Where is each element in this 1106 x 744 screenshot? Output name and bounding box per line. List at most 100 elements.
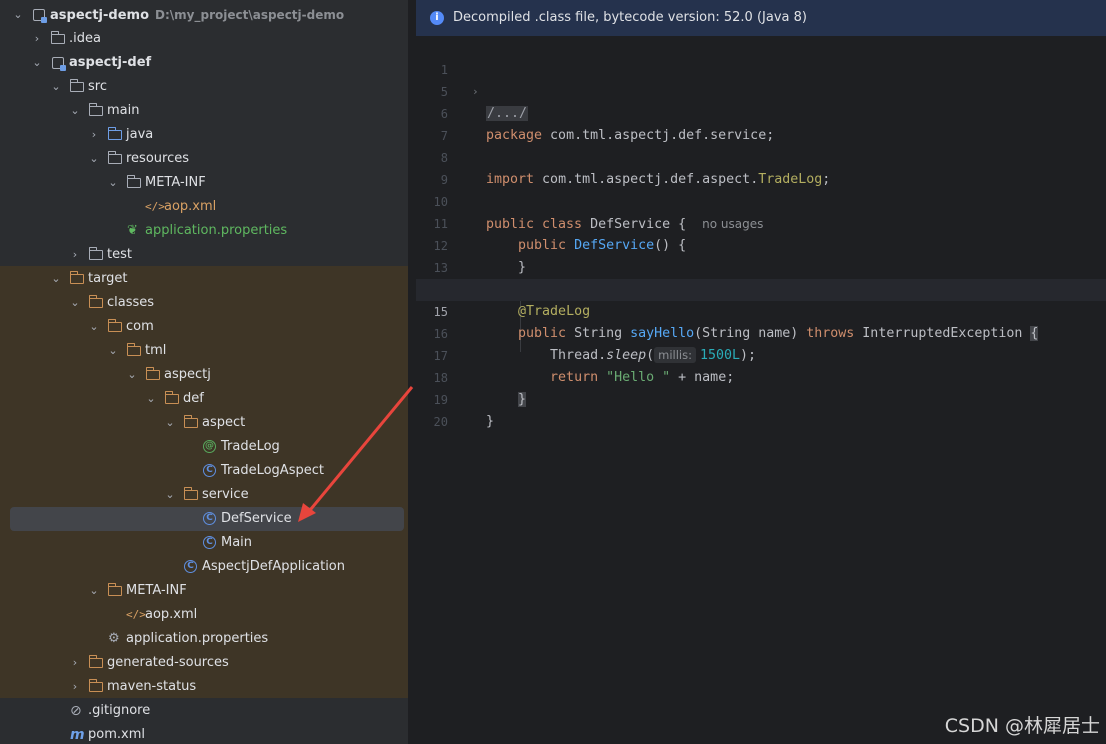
tree-label-main: main xyxy=(107,103,140,118)
class-icon: C xyxy=(203,512,216,525)
tree-row-idea[interactable]: › .idea xyxy=(0,27,408,51)
info-icon: i xyxy=(430,11,444,25)
tree-row-gitignore[interactable]: ⊘ .gitignore xyxy=(0,699,408,723)
tree-row-resources[interactable]: ⌄ resources xyxy=(0,147,408,171)
tree-row-main[interactable]: ⌄ main xyxy=(0,99,408,123)
tree-label-tradelog: TradeLog xyxy=(221,439,280,454)
tree-row-maven-status[interactable]: › maven-status xyxy=(0,675,408,699)
panel-splitter[interactable] xyxy=(408,0,416,744)
excluded-folder-icon xyxy=(88,655,103,668)
excluded-folder-icon xyxy=(183,487,198,500)
tree-row-tml[interactable]: ⌄ tml xyxy=(0,339,408,363)
tree-row-com[interactable]: ⌄ com xyxy=(0,315,408,339)
tree-label-tml: tml xyxy=(145,343,167,358)
ignore-file-icon: ⊘ xyxy=(70,703,82,719)
tree-row-aspectj[interactable]: ⌄ aspectj xyxy=(0,363,408,387)
tree-label-src: src xyxy=(88,79,107,94)
class-icon: C xyxy=(203,464,216,477)
tree-label-idea: .idea xyxy=(69,31,101,46)
tree-label-maven-status: maven-status xyxy=(107,679,197,694)
chevron-right-icon[interactable]: › xyxy=(88,123,100,147)
excluded-folder-icon xyxy=(145,367,160,380)
tree-row-service[interactable]: ⌄ service xyxy=(0,483,408,507)
tree-row-src[interactable]: ⌄ src xyxy=(0,75,408,99)
tree-row-target[interactable]: ⌄ target xyxy=(0,267,408,291)
chevron-down-icon[interactable]: ⌄ xyxy=(126,363,138,387)
chevron-down-icon[interactable]: ⌄ xyxy=(107,339,119,363)
code-line: 20 xyxy=(416,389,1106,429)
annotation-icon: @ xyxy=(203,440,216,453)
tree-label-module: aspectj-def xyxy=(69,55,152,70)
tree-row-generated-sources[interactable]: › generated-sources xyxy=(0,651,408,675)
tree-row-java[interactable]: › java xyxy=(0,123,408,147)
chevron-right-icon[interactable]: › xyxy=(69,675,81,699)
tree-row-defservice[interactable]: C DefService xyxy=(0,507,408,531)
tree-row-aspect[interactable]: ⌄ aspect xyxy=(0,411,408,435)
chevron-down-icon[interactable]: ⌄ xyxy=(145,387,157,411)
folder-icon xyxy=(126,175,141,188)
tree-row-module[interactable]: ⌄ aspectj-def xyxy=(0,51,408,75)
tree-row-pom[interactable]: m pom.xml xyxy=(0,723,408,744)
excluded-folder-icon xyxy=(107,319,122,332)
chevron-down-icon[interactable]: ⌄ xyxy=(164,411,176,435)
tree-label-app-class: AspectjDefApplication xyxy=(202,559,345,574)
tree-label-def: def xyxy=(183,391,204,406)
tree-label-target: target xyxy=(88,271,128,286)
excluded-folder-icon xyxy=(183,415,198,428)
code-line: 9 xyxy=(416,147,1106,187)
code-editor[interactable]: i Decompiled .class file, bytecode versi… xyxy=(416,0,1106,744)
chevron-down-icon[interactable]: ⌄ xyxy=(88,579,100,603)
chevron-down-icon[interactable]: ⌄ xyxy=(164,483,176,507)
tree-row-cls-meta-inf[interactable]: ⌄ META-INF xyxy=(0,579,408,603)
code-line: 14 @TradeLog xyxy=(416,257,1106,319)
tree-label-pom: pom.xml xyxy=(88,727,145,742)
tree-row-app-class[interactable]: C AspectjDefApplication xyxy=(0,555,408,579)
code-line-current: 15 public String sayHello(String name) t… xyxy=(416,279,1106,341)
gear-icon: ⚙ xyxy=(108,631,120,646)
tree-label-gitignore: .gitignore xyxy=(88,703,151,718)
tree-label-service: service xyxy=(202,487,249,502)
code-line: 17 return "Hello " + name; xyxy=(416,323,1106,385)
folder-icon xyxy=(50,31,65,44)
tree-label-resources: resources xyxy=(126,151,190,166)
chevron-down-icon[interactable]: ⌄ xyxy=(31,51,43,75)
code-line: 7 xyxy=(416,103,1106,143)
source-folder-icon xyxy=(107,127,122,140)
chevron-down-icon[interactable]: ⌄ xyxy=(50,267,62,291)
tree-row-cls-app-props[interactable]: ⚙ application.properties xyxy=(0,627,408,651)
tree-row-tradelogaspect[interactable]: C TradeLogAspect xyxy=(0,459,408,483)
excluded-folder-icon xyxy=(107,583,122,596)
tree-row-test[interactable]: › test xyxy=(0,243,408,267)
tree-row-cls-aop-xml[interactable]: </> aop.xml xyxy=(0,603,408,627)
chevron-down-icon[interactable]: ⌄ xyxy=(88,147,100,171)
tree-row-res-app-props[interactable]: ❦ application.properties xyxy=(0,219,408,243)
chevron-right-icon[interactable]: › xyxy=(31,27,43,51)
chevron-down-icon[interactable]: ⌄ xyxy=(107,171,119,195)
tree-row-tradelog[interactable]: @ TradeLog xyxy=(0,435,408,459)
tree-row-classes[interactable]: ⌄ classes xyxy=(0,291,408,315)
chevron-down-icon[interactable]: ⌄ xyxy=(69,291,81,315)
tree-label-tradelogaspect: TradeLogAspect xyxy=(221,463,324,478)
folder-icon xyxy=(69,79,84,92)
chevron-down-icon[interactable]: ⌄ xyxy=(50,75,62,99)
chevron-down-icon[interactable]: ⌄ xyxy=(12,3,24,27)
project-root-path: D:\my_project\aspectj-demo xyxy=(155,8,345,22)
tree-row-res-aop-xml[interactable]: </> aop.xml xyxy=(0,195,408,219)
module-icon xyxy=(33,9,47,23)
tree-row-def[interactable]: ⌄ def xyxy=(0,387,408,411)
excluded-folder-icon xyxy=(88,295,103,308)
tree-label-aspectj: aspectj xyxy=(164,367,211,382)
chevron-down-icon[interactable]: ⌄ xyxy=(88,315,100,339)
tree-row-res-meta-inf[interactable]: ⌄ META-INF xyxy=(0,171,408,195)
code-line: 16 Thread.sleep(millis: 1500L); xyxy=(416,301,1106,363)
resources-folder-icon xyxy=(107,151,122,164)
tree-row-main-class[interactable]: C Main xyxy=(0,531,408,555)
project-root-label: aspectj-demo xyxy=(50,8,150,23)
chevron-down-icon[interactable]: ⌄ xyxy=(69,99,81,123)
tree-row-project-root[interactable]: ⌄ aspectj-demo D:\my_project\aspectj-demo xyxy=(0,3,408,27)
code-line: 19 } xyxy=(416,367,1106,429)
chevron-right-icon[interactable]: › xyxy=(69,243,81,267)
code-line: 10 public class DefService { no usages xyxy=(416,169,1106,232)
chevron-right-icon[interactable]: › xyxy=(69,651,81,675)
module-icon xyxy=(52,57,66,71)
